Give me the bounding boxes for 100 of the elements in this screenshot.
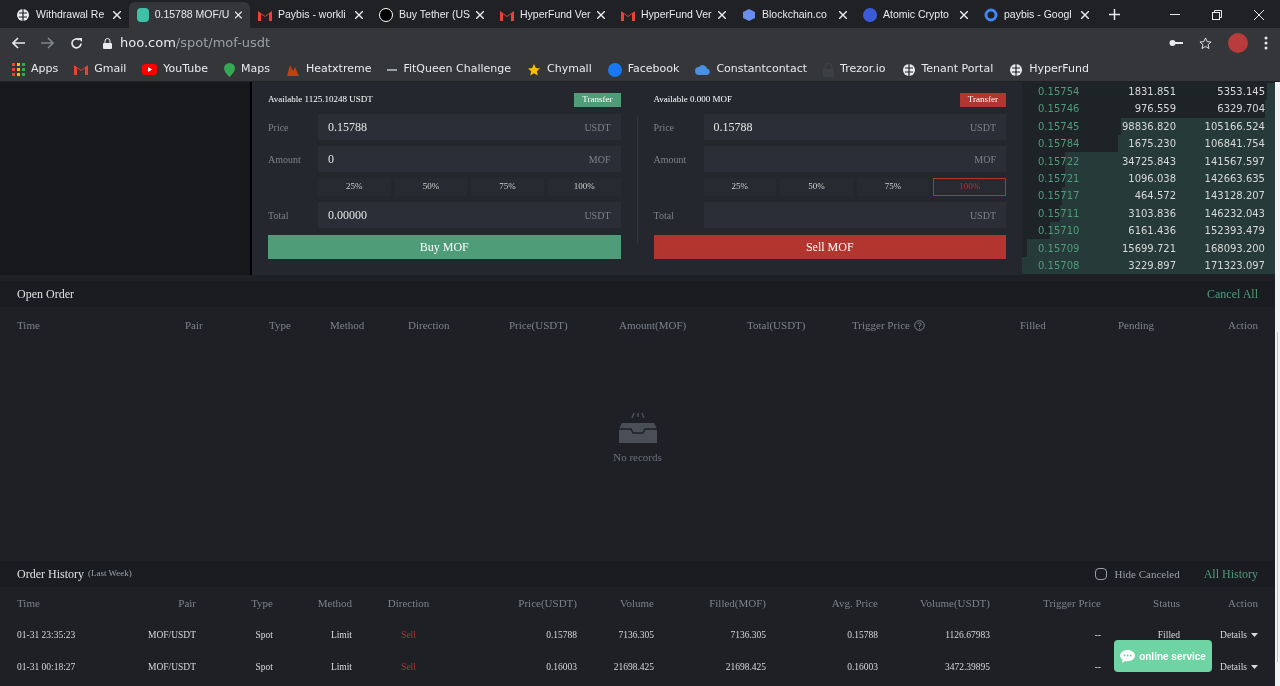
flame-icon <box>286 63 300 76</box>
transfer-button[interactable]: Transfer <box>959 93 1006 107</box>
table-cell-text: 0.16003 <box>545 660 577 674</box>
all-history-link[interactable]: All History <box>1203 565 1258 583</box>
forward-icon[interactable] <box>41 37 54 49</box>
scrollbar[interactable] <box>1275 82 1280 686</box>
bookmark[interactable]: Facebook <box>607 61 680 78</box>
ask-amount: 3103.836 <box>1127 206 1176 221</box>
field-label: Price <box>268 120 290 135</box>
new-tab-icon[interactable] <box>1109 9 1120 20</box>
details-dropdown[interactable]: Details <box>1220 659 1258 675</box>
close-icon[interactable] <box>476 11 484 19</box>
input-field[interactable]: USDT <box>703 202 1006 228</box>
reload-icon[interactable] <box>70 36 83 50</box>
empty-message: No records <box>613 450 662 465</box>
bookmark[interactable]: HyperFund <box>1009 61 1089 78</box>
hide-canceled-checkbox[interactable] <box>1094 568 1107 580</box>
close-icon[interactable] <box>718 11 726 19</box>
tab-title: paybis - Googl <box>1004 7 1073 23</box>
column-header: Time <box>17 595 41 611</box>
ask-amount: 34725.843 <box>1120 154 1176 169</box>
star-icon[interactable] <box>1199 36 1212 50</box>
lock-icon <box>103 37 112 49</box>
input-field[interactable]: 0 MOF <box>318 146 621 172</box>
table-cell-text: MOF/USDT <box>146 660 196 674</box>
ask-total: 152393.479 <box>1203 224 1265 239</box>
column-header: Filled <box>1020 317 1046 333</box>
table-cell-text: 21698.425 <box>724 660 766 674</box>
bookmark[interactable]: Gmail <box>74 61 127 78</box>
ask-amount: 98836.820 <box>1120 119 1176 134</box>
browser-tab[interactable]: HyperFund Ver <box>613 2 734 28</box>
caret-icon <box>1251 633 1258 637</box>
bookmark[interactable]: Tenant Portal <box>901 61 994 78</box>
bookmark[interactable]: FitQueen Challenge <box>387 61 511 78</box>
close-window-icon[interactable] <box>1254 10 1264 20</box>
input-field[interactable]: MOF <box>703 146 1006 172</box>
table-cell-text: 0.15788 <box>545 628 577 642</box>
close-icon[interactable] <box>235 11 242 19</box>
browser-tab[interactable]: Withdrawal Re <box>8 2 129 28</box>
tab-title: Paybis - workli <box>278 7 347 23</box>
available-balance: Available 1125.10248 USDT <box>268 93 373 107</box>
sell-button[interactable]: Sell MOF <box>653 235 1006 259</box>
close-icon[interactable] <box>1081 11 1089 19</box>
url-text: hoo.com/spot/mof-usdt <box>120 34 271 53</box>
minimize-icon[interactable] <box>1170 14 1180 16</box>
table-cell-text: Sell <box>400 628 417 642</box>
bookmark[interactable]: Chymall <box>527 61 592 78</box>
close-icon[interactable] <box>113 11 121 19</box>
close-icon[interactable] <box>960 11 968 19</box>
browser-tab[interactable]: Paybis - workli <box>250 2 371 28</box>
browser-tab[interactable]: Buy Tether (US <box>371 2 492 28</box>
ask-amount: 464.572 <box>1133 189 1176 204</box>
column-header: Action <box>1228 317 1258 333</box>
close-icon[interactable] <box>355 11 363 19</box>
column-header: Pending <box>1118 317 1155 333</box>
table-cell-text: 01-31 23:35:23 <box>17 628 77 642</box>
table-cell-text: Filled <box>1156 628 1180 642</box>
help-icon[interactable] <box>913 319 925 331</box>
browser-tab[interactable]: Blockchain.co <box>734 2 855 28</box>
bookmark[interactable]: Trezor.io <box>823 61 886 78</box>
column-header: Direction <box>386 595 431 611</box>
map-pin-icon <box>224 62 236 77</box>
ask-amount: 976.559 <box>1133 102 1176 117</box>
table-cell-text: 01-31 00:18:27 <box>17 660 77 674</box>
browser-tab[interactable]: Atomic Crypto <box>855 2 976 28</box>
close-icon[interactable] <box>597 11 605 19</box>
table-cell-text: MOF/USDT <box>146 628 196 642</box>
ask-total: 142663.635 <box>1203 172 1265 186</box>
browser-tab[interactable]: paybis - Googl <box>976 2 1097 28</box>
input-field[interactable]: 0.00000 USDT <box>318 202 621 228</box>
tab-title: Blockchain.co <box>762 7 828 23</box>
column-header: Price(USDT) <box>517 595 577 611</box>
ask-amount: 1675.230 <box>1127 137 1176 152</box>
restore-icon[interactable] <box>1212 10 1222 20</box>
menu-icon[interactable] <box>1264 36 1268 50</box>
tab-title: HyperFund Ver <box>641 7 712 23</box>
bookmark[interactable]: Constantcontact <box>695 61 808 78</box>
cancel-all-link[interactable]: Cancel All <box>1207 285 1258 303</box>
browser-tab[interactable]: 0.15788 MOF/U <box>129 2 250 28</box>
ask-price: 0.15745 <box>1038 119 1081 134</box>
table-cell-text: -- <box>1093 628 1101 642</box>
section-title: Order History <box>17 566 84 583</box>
bookmark[interactable]: YouTube <box>142 61 209 78</box>
column-header: Avg. Price <box>830 595 878 611</box>
key-icon[interactable] <box>1169 39 1183 47</box>
bookmark[interactable]: Apps <box>12 61 59 78</box>
input-field[interactable]: 0.15788 USDT <box>703 114 1006 140</box>
google-icon <box>984 8 998 22</box>
ask-price: 0.15710 <box>1038 224 1081 239</box>
mail-icon <box>74 64 89 75</box>
details-dropdown[interactable]: Details <box>1220 627 1258 643</box>
table-cell-text: 0.15788 <box>846 628 878 642</box>
bookmark[interactable]: Heatxtreme <box>286 61 372 78</box>
back-icon[interactable] <box>12 37 25 49</box>
bookmark[interactable]: Maps <box>224 61 270 78</box>
column-header: Method <box>316 595 352 611</box>
column-header: Pair <box>177 595 196 611</box>
browser-tab[interactable]: HyperFund Ver <box>492 2 613 28</box>
input-field[interactable]: 0.15788 USDT <box>318 114 621 140</box>
close-icon[interactable] <box>839 11 847 19</box>
